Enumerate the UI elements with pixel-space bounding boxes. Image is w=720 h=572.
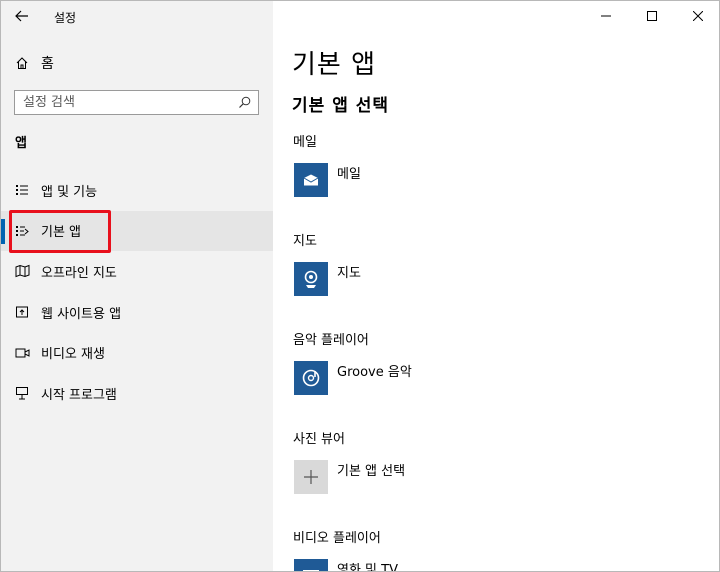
app-name: Groove 음악 bbox=[337, 365, 412, 380]
default-app-mail[interactable]: 메일 bbox=[294, 163, 361, 197]
app-name: 영화 및 TV bbox=[337, 563, 398, 572]
movies-tv-icon bbox=[294, 559, 328, 571]
category-label-video-player: 비디오 플레이어 bbox=[293, 531, 381, 546]
window-controls bbox=[583, 1, 719, 31]
default-apps-icon bbox=[1, 224, 41, 238]
sidebar: 설정 홈 앱 bbox=[1, 1, 273, 571]
back-arrow-icon bbox=[15, 10, 28, 22]
search-input[interactable] bbox=[15, 95, 230, 110]
sidebar-item-offline-maps[interactable]: 오프라인 지도 bbox=[1, 251, 273, 292]
list-icon bbox=[1, 183, 41, 197]
search-icon[interactable] bbox=[230, 91, 258, 114]
web-app-icon bbox=[1, 305, 41, 319]
app-name: 기본 앱 선택 bbox=[337, 464, 406, 479]
page-title: 기본 앱 bbox=[292, 50, 377, 80]
startup-icon bbox=[1, 386, 41, 400]
sidebar-item-label: 기본 앱 bbox=[41, 225, 82, 241]
sidebar-item-label: 앱 및 기능 bbox=[41, 184, 98, 200]
app-name: 메일 bbox=[337, 167, 361, 182]
default-app-photo-viewer[interactable]: 기본 앱 선택 bbox=[294, 460, 405, 494]
sidebar-item-label: 오프라인 지도 bbox=[41, 265, 117, 281]
page-subtitle: 기본 앱 선택 bbox=[292, 96, 390, 116]
category-label-maps: 지도 bbox=[293, 234, 317, 249]
groove-music-icon bbox=[294, 361, 328, 395]
category-label-photo-viewer: 사진 뷰어 bbox=[293, 432, 345, 447]
search-box[interactable] bbox=[14, 90, 259, 115]
sidebar-item-label: 비디오 재생 bbox=[41, 347, 105, 363]
default-app-maps[interactable]: 지도 bbox=[294, 262, 361, 296]
home-icon bbox=[1, 56, 41, 70]
mail-icon bbox=[294, 163, 328, 197]
sidebar-nav: 앱 및 기능 기본 앱 오프라인 지도 웹 사이트용 앱 비디오 재생 시작 프… bbox=[1, 170, 273, 414]
window-title: 설정 bbox=[54, 11, 77, 25]
plus-icon bbox=[294, 460, 328, 494]
main-content: 기본 앱 기본 앱 선택 메일 메일 지도 지도 음악 플레이어 Groove … bbox=[273, 1, 719, 572]
close-icon bbox=[693, 11, 703, 21]
minimize-icon bbox=[601, 15, 611, 17]
maps-icon bbox=[294, 262, 328, 296]
sidebar-item-label: 시작 프로그램 bbox=[41, 387, 117, 403]
home-label: 홈 bbox=[41, 56, 54, 72]
sidebar-item-default-apps[interactable]: 기본 앱 bbox=[1, 210, 273, 252]
category-label-music-player: 음악 플레이어 bbox=[293, 333, 369, 348]
offline-map-icon bbox=[1, 264, 41, 278]
default-app-music[interactable]: Groove 음악 bbox=[294, 361, 412, 395]
video-icon bbox=[1, 347, 41, 359]
minimize-button[interactable] bbox=[583, 1, 629, 31]
maximize-icon bbox=[647, 11, 657, 21]
sidebar-item-startup[interactable]: 시작 프로그램 bbox=[1, 373, 273, 414]
section-label-apps: 앱 bbox=[15, 136, 27, 151]
settings-window: 설정 홈 앱 bbox=[0, 0, 720, 572]
close-button[interactable] bbox=[675, 1, 719, 31]
selection-indicator bbox=[1, 218, 5, 244]
title-bar: 설정 bbox=[1, 1, 273, 31]
sidebar-item-apps-features[interactable]: 앱 및 기능 bbox=[1, 170, 273, 211]
sidebar-item-home[interactable]: 홈 bbox=[1, 50, 273, 76]
back-button[interactable] bbox=[9, 4, 35, 28]
default-app-video-player[interactable]: 영화 및 TV bbox=[294, 559, 398, 572]
sidebar-item-video-playback[interactable]: 비디오 재생 bbox=[1, 332, 273, 373]
category-label-mail: 메일 bbox=[293, 135, 317, 150]
app-name: 지도 bbox=[337, 266, 361, 281]
sidebar-item-label: 웹 사이트용 앱 bbox=[41, 306, 122, 322]
sidebar-item-apps-for-websites[interactable]: 웹 사이트용 앱 bbox=[1, 292, 273, 333]
maximize-button[interactable] bbox=[629, 1, 675, 31]
